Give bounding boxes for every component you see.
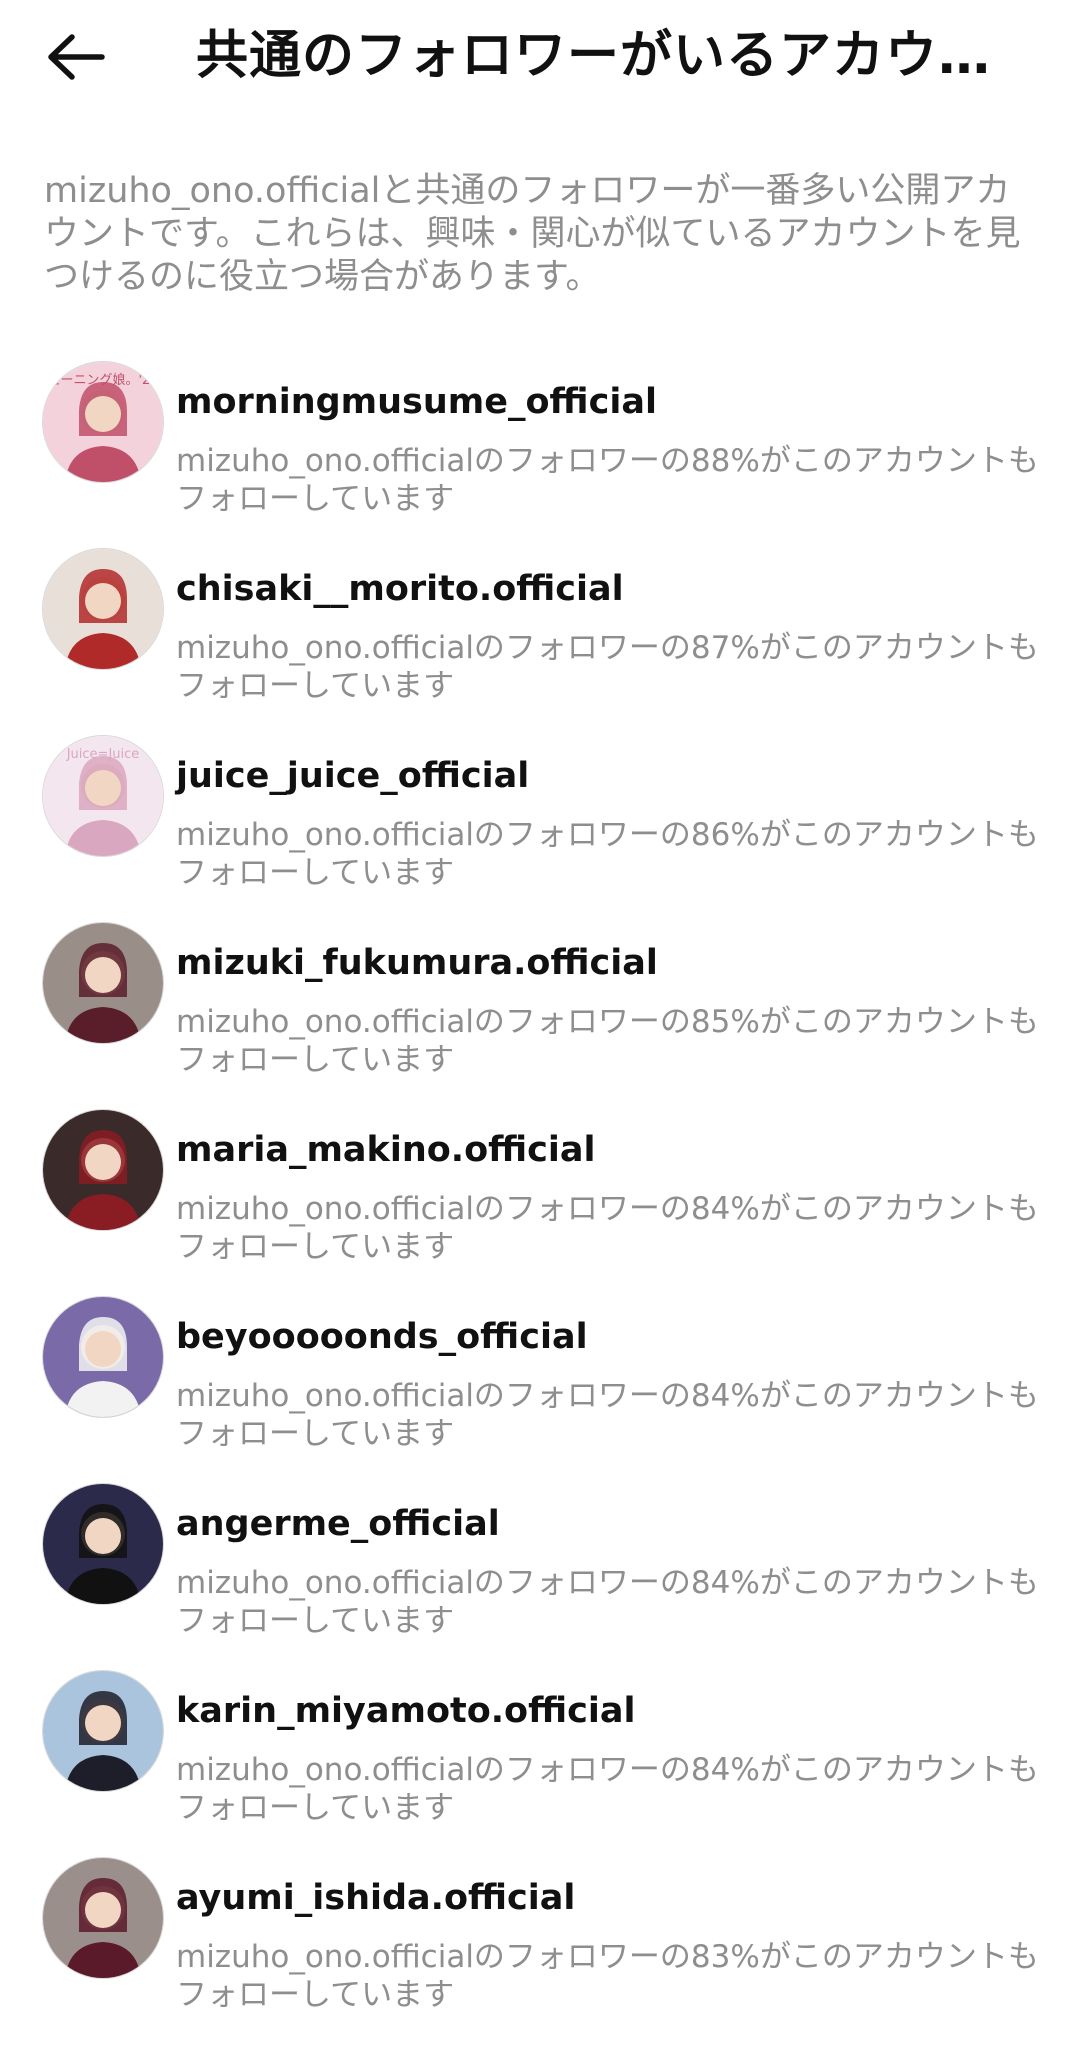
avatar[interactable]	[43, 1110, 163, 1230]
account-username[interactable]: angerme_official	[176, 1502, 500, 1546]
account-username[interactable]: mizuki_fukumura.official	[176, 941, 658, 985]
account-row[interactable]: モーニング娘。'21 morningmusume_official mizuho_o…	[0, 362, 1080, 549]
arrow-left-icon	[48, 34, 105, 80]
account-row[interactable]: mizuki_fukumura.official mizuho_ono.offic…	[0, 923, 1080, 1110]
avatar[interactable]	[43, 549, 163, 669]
avatar[interactable]	[43, 1671, 163, 1791]
account-username[interactable]: maria_makino.official	[176, 1128, 596, 1172]
avatar[interactable]: Juice=Juice	[43, 736, 163, 856]
avatar[interactable]	[43, 1297, 163, 1417]
svg-text:Juice=Juice: Juice=Juice	[66, 747, 140, 762]
avatar[interactable]	[43, 1858, 163, 1978]
page-title: 共通のフォロワーがいるアカウ…	[196, 26, 992, 86]
account-row[interactable]: karin_miyamoto.official mizuho_ono.offici…	[0, 1671, 1080, 1858]
mutual-followers-text: mizuho_ono.officialのフォロワーの84%がこのアカウントもフォ…	[176, 1378, 1039, 1452]
mutual-followers-text: mizuho_ono.officialのフォロワーの84%がこのアカウントもフォ…	[176, 1565, 1039, 1639]
avatar[interactable]	[43, 1484, 163, 1604]
account-username[interactable]: chisaki__morito.official	[176, 567, 624, 611]
account-username[interactable]: beyooooonds_official	[176, 1315, 588, 1359]
top-app-bar: 共通のフォロワーがいるアカウ…	[0, 0, 1080, 112]
mutual-followers-text: mizuho_ono.officialのフォロワーの83%がこのアカウントもフォ…	[176, 1939, 1039, 2013]
account-row[interactable]: Juice=Juice juice_juice_official mizuho_on…	[0, 736, 1080, 923]
mutual-followers-text: mizuho_ono.officialのフォロワーの88%がこのアカウントもフォ…	[176, 443, 1039, 517]
svg-text:モーニング娘。'21: モーニング娘。'21	[47, 373, 158, 388]
account-row[interactable]: angerme_official mizuho_ono.officialのフォロワ…	[0, 1484, 1080, 1671]
account-row[interactable]: ayumi_ishida.official mizuho_ono.official…	[0, 1858, 1080, 2045]
account-username[interactable]: ayumi_ishida.official	[176, 1876, 575, 1920]
back-button[interactable]	[36, 22, 116, 92]
avatar[interactable]	[43, 923, 163, 1043]
account-row[interactable]: chisaki__morito.official mizuho_ono.offic…	[0, 549, 1080, 736]
mutual-followers-text: mizuho_ono.officialのフォロワーの84%がこのアカウントもフォ…	[176, 1752, 1039, 1826]
account-username[interactable]: karin_miyamoto.official	[176, 1689, 636, 1733]
account-row[interactable]: maria_makino.official mizuho_ono.official…	[0, 1110, 1080, 1297]
account-row[interactable]: beyooooonds_official mizuho_ono.officialの…	[0, 1297, 1080, 1484]
account-username[interactable]: juice_juice_official	[176, 754, 529, 798]
mutual-followers-text: mizuho_ono.officialのフォロワーの85%がこのアカウントもフォ…	[176, 1004, 1039, 1078]
mutual-followers-text: mizuho_ono.officialのフォロワーの84%がこのアカウントもフォ…	[176, 1191, 1039, 1265]
avatar[interactable]: モーニング娘。'21	[43, 362, 163, 482]
account-username[interactable]: morningmusume_official	[176, 380, 657, 424]
mutual-followers-text: mizuho_ono.officialのフォロワーの86%がこのアカウントもフォ…	[176, 817, 1039, 891]
account-list: モーニング娘。'21 morningmusume_official mizuho_o…	[0, 362, 1080, 2045]
mutual-followers-text: mizuho_ono.officialのフォロワーの87%がこのアカウントもフォ…	[176, 630, 1039, 704]
description-text: mizuho_ono.officialと共通のフォロワーが一番多い公開アカウント…	[44, 171, 1021, 297]
